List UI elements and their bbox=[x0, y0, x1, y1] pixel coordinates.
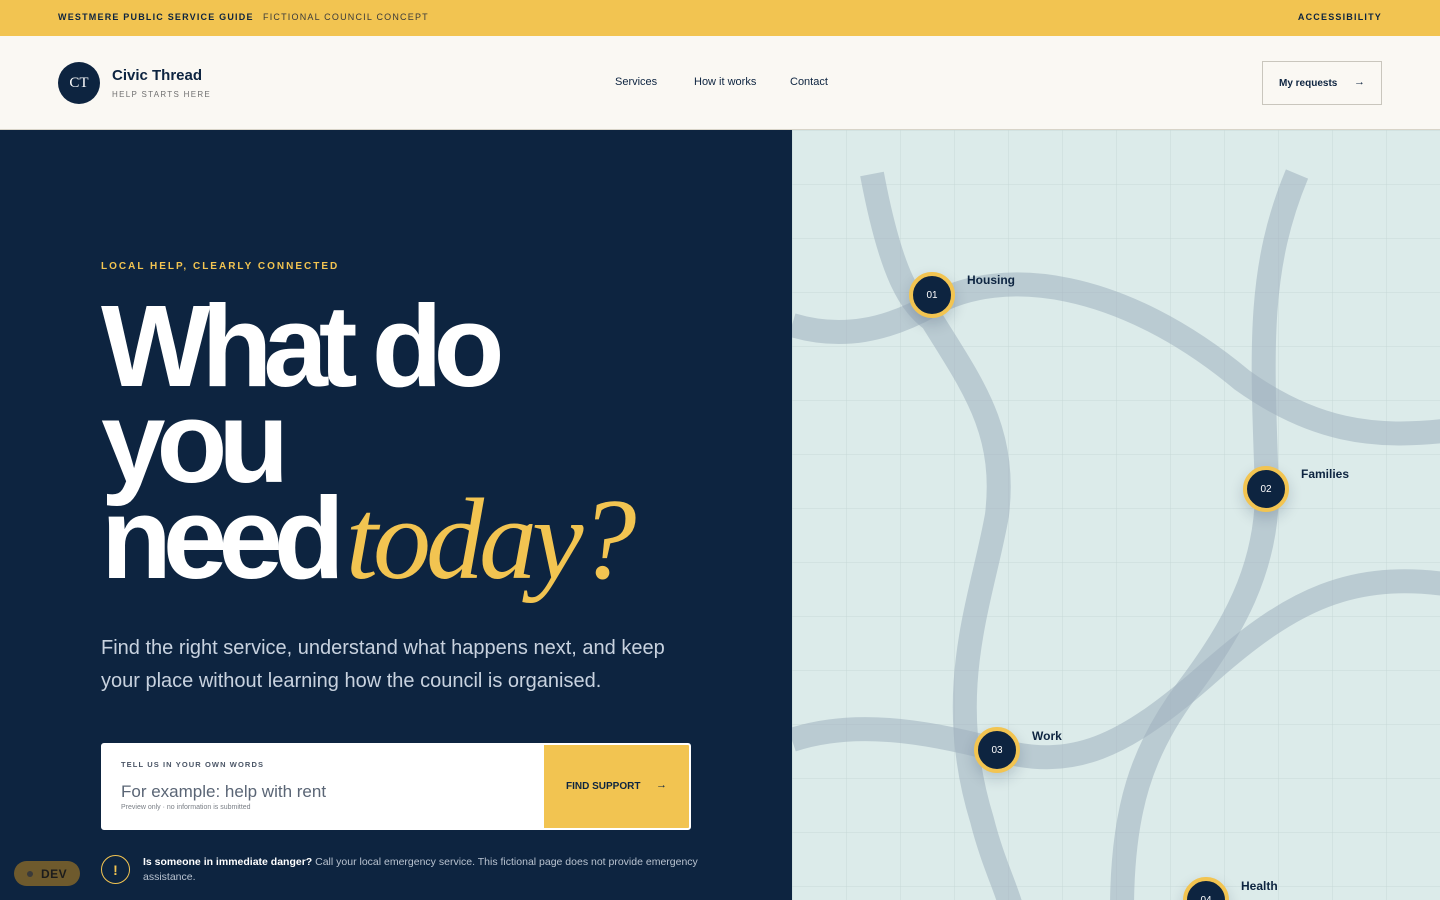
my-requests-label: My requests bbox=[1279, 77, 1338, 89]
find-support-label: FIND SUPPORT bbox=[566, 781, 641, 792]
search-label: TELL US IN YOUR OWN WORDS bbox=[121, 760, 265, 769]
headline-line-3: needtoday? bbox=[101, 480, 781, 598]
find-support-button[interactable]: FIND SUPPORT → bbox=[544, 745, 689, 828]
headline-accent: today? bbox=[345, 476, 637, 604]
dev-badge-label: DEV bbox=[41, 866, 68, 881]
service-map: 01 Housing 02 Families 03 Work 04 Health bbox=[792, 130, 1440, 900]
hero-headline: What do you needtoday? bbox=[101, 288, 781, 598]
arrow-right-icon: → bbox=[1354, 76, 1365, 88]
hero-lede: Find the right service, understand what … bbox=[101, 637, 665, 692]
node-label-families[interactable]: Families bbox=[1301, 467, 1349, 481]
guide-brand: WESTMERE PUBLIC SERVICE GUIDE bbox=[58, 12, 254, 22]
node-work[interactable]: 03 bbox=[974, 727, 1020, 773]
emergency-notice: Is someone in immediate danger? Call you… bbox=[143, 855, 703, 885]
my-requests-button[interactable]: My requests → bbox=[1262, 61, 1382, 105]
node-housing[interactable]: 01 bbox=[909, 272, 955, 318]
node-label-health[interactable]: Health bbox=[1241, 879, 1278, 893]
accessibility-link[interactable]: ACCESSIBILITY bbox=[1298, 12, 1382, 22]
headline-need: need bbox=[101, 473, 345, 603]
site-tagline: HELP STARTS HERE bbox=[112, 90, 212, 99]
hero-panel: LOCAL HELP, CLEARLY CONNECTED What do yo… bbox=[0, 130, 792, 900]
site-header: CT Civic Thread HELP STARTS HERE Service… bbox=[0, 36, 1440, 130]
search-card: TELL US IN YOUR OWN WORDS Preview only ·… bbox=[101, 743, 691, 830]
search-note: Preview only · no information is submitt… bbox=[121, 804, 251, 811]
utility-bar: WESTMERE PUBLIC SERVICE GUIDE FICTIONAL … bbox=[0, 0, 1440, 36]
node-label-housing[interactable]: Housing bbox=[967, 273, 1015, 287]
status-dot-icon bbox=[27, 870, 33, 877]
search-input[interactable] bbox=[121, 779, 521, 805]
dev-badge[interactable]: DEV bbox=[14, 861, 80, 886]
nav-contact[interactable]: Contact bbox=[790, 76, 828, 88]
node-families[interactable]: 02 bbox=[1243, 466, 1289, 512]
arrow-right-icon: → bbox=[656, 779, 667, 791]
emergency-title: Is someone in immediate danger? bbox=[143, 856, 313, 868]
node-label-work[interactable]: Work bbox=[1032, 729, 1062, 743]
warning-icon: ! bbox=[101, 855, 130, 884]
nav-how-it-works[interactable]: How it works bbox=[694, 76, 756, 88]
concept-note: FICTIONAL COUNCIL CONCEPT bbox=[263, 12, 429, 22]
map-lines bbox=[792, 130, 1440, 900]
logo-badge[interactable]: CT bbox=[58, 62, 100, 104]
nav-services[interactable]: Services bbox=[615, 76, 657, 88]
site-name[interactable]: Civic Thread bbox=[112, 67, 202, 84]
hero-eyebrow: LOCAL HELP, CLEARLY CONNECTED bbox=[101, 261, 340, 272]
